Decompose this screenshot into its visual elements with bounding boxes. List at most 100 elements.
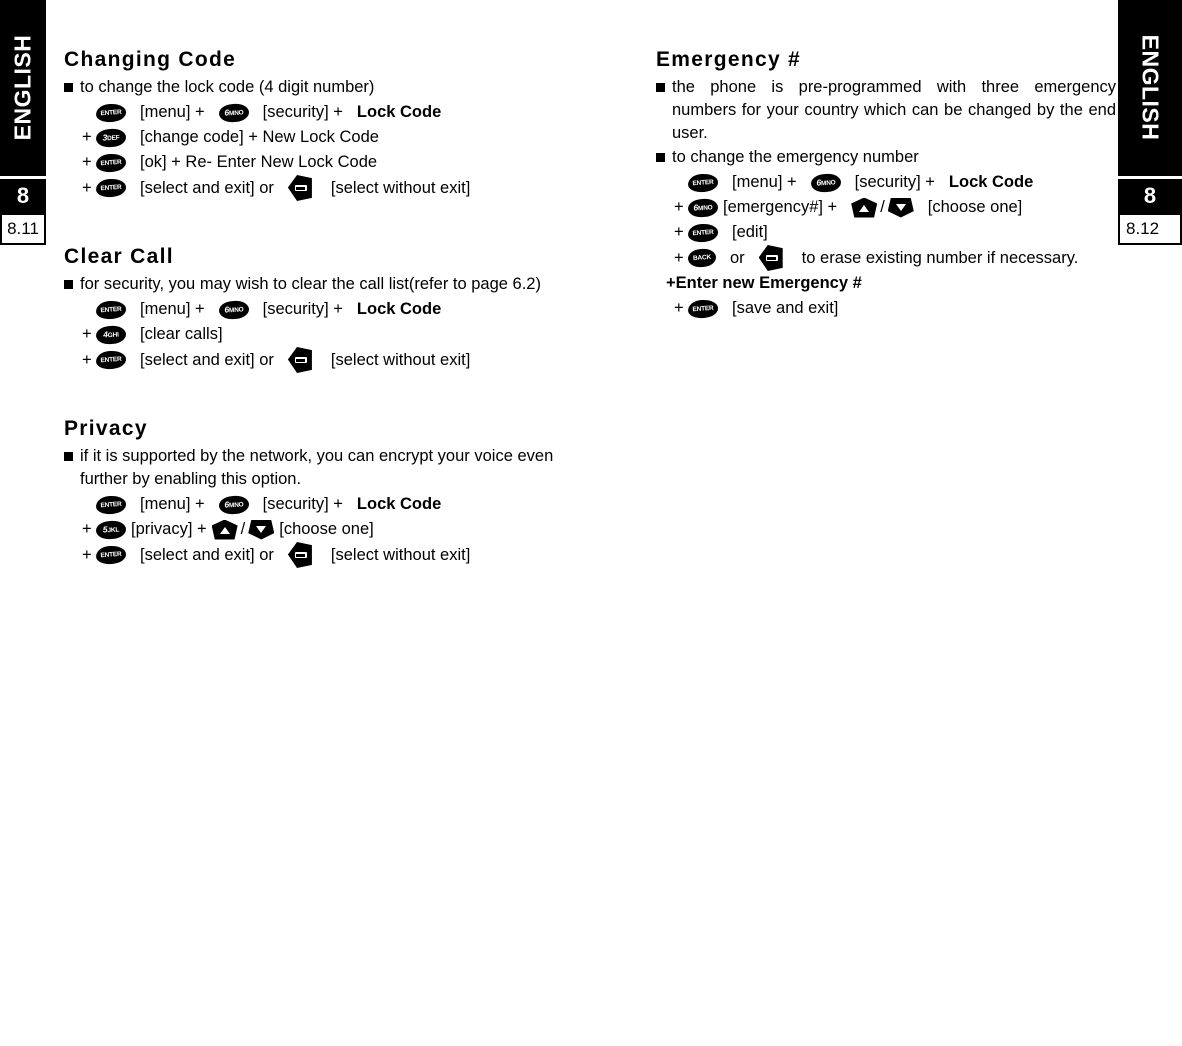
step-text: [save and exit]: [732, 299, 839, 317]
enter-key-icon: ENTER: [687, 222, 719, 243]
enter-key-icon: ENTER: [95, 349, 127, 371]
step-text: to erase existing number if necessary.: [801, 248, 1079, 267]
key-5jkl-icon: 5JKL: [95, 519, 127, 540]
left-content-column: Changing Code to change the lock code (4…: [64, 48, 564, 568]
step-text: [emergency#] +: [723, 198, 838, 216]
enter-new-emergency-label: +Enter new Emergency #: [666, 274, 862, 292]
section-privacy: Privacy if it is supported by the networ…: [64, 417, 564, 568]
step-line-bold: +Enter new Emergency #: [656, 271, 1116, 296]
bullet-paragraph: for security, you may wish to clear the …: [64, 273, 564, 296]
navigate-down-key-icon: [887, 197, 914, 218]
key-3def-icon: 3DEF: [95, 127, 127, 148]
bullet-paragraph: to change the lock code (4 digit number): [64, 76, 564, 99]
bullet-square-icon: [656, 153, 665, 162]
plus-sign: +: [82, 545, 92, 564]
enter-key-icon: ENTER: [95, 102, 127, 123]
step-text: [select and exit] or: [140, 350, 274, 369]
page-title: Emergency #: [656, 48, 802, 71]
step-text: [ok] + Re- Enter New Lock Code: [140, 153, 378, 171]
language-band-left: ENGLISH: [0, 0, 46, 176]
lock-code-label: Lock Code: [356, 495, 442, 513]
plus-sign: +: [82, 325, 92, 343]
step-text: [edit]: [732, 223, 768, 241]
plus-sign: +: [674, 299, 684, 317]
clear-arrow-key-icon: [287, 542, 312, 568]
bullet-square-icon: [64, 452, 73, 461]
step-text: [select without exit]: [330, 545, 471, 564]
lock-code-label: Lock Code: [356, 300, 442, 318]
page-title: Privacy: [64, 417, 148, 440]
step-text: [choose one]: [927, 198, 1023, 216]
step-text: [select and exit] or: [140, 178, 274, 197]
step-line: + ENTER [select and exit] or [select wit…: [64, 347, 564, 373]
enter-key-icon: ENTER: [95, 494, 127, 515]
bullet-paragraph: to change the emergency number: [656, 146, 1116, 169]
bullet-square-icon: [64, 83, 73, 92]
plus-sign: +: [674, 248, 684, 267]
step-line: + 4GHI [clear calls]: [64, 322, 564, 347]
step-text: [privacy] +: [131, 520, 207, 538]
step-text: or: [730, 248, 745, 267]
clear-arrow-key-icon: [287, 175, 312, 201]
step-text: [security] +: [854, 173, 935, 191]
chapter-badge-right: 8: [1118, 179, 1182, 213]
bullet-text: to change the emergency number: [672, 148, 919, 166]
step-line: ENTER [menu] + 6MNO [security] + Lock Co…: [64, 492, 564, 517]
step-line: + 3DEF [change code] + New Lock Code: [64, 125, 564, 150]
section-changing-code: Changing Code to change the lock code (4…: [64, 48, 564, 201]
step-line: ENTER [menu] + 6MNO [security] + Lock Co…: [64, 297, 564, 322]
bullet-text: if it is supported by the network, you c…: [80, 447, 554, 488]
step-text: [select without exit]: [330, 178, 471, 197]
step-line: + 6MNO [emergency#] + / [choose one]: [656, 195, 1116, 220]
lock-code-label: Lock Code: [948, 173, 1034, 191]
enter-key-icon: ENTER: [95, 177, 127, 199]
page-title: Changing Code: [64, 48, 237, 71]
step-text: [menu] +: [140, 103, 205, 121]
step-text: [security] +: [262, 103, 343, 121]
bullet-text: to change the lock code (4 digit number): [80, 78, 375, 96]
step-text: [security] +: [262, 300, 343, 318]
lock-code-label: Lock Code: [356, 103, 442, 121]
navigate-up-key-icon: [851, 197, 878, 218]
bullet-paragraph: if it is supported by the network, you c…: [64, 445, 564, 491]
plus-sign: +: [82, 178, 92, 197]
step-line: + ENTER [ok] + Re- Enter New Lock Code: [64, 150, 564, 175]
step-text: [security] +: [262, 495, 343, 513]
step-line: ENTER [menu] + 6MNO [security] + Lock Co…: [64, 100, 564, 125]
plus-sign: +: [82, 153, 92, 171]
key-6mno-icon: 6MNO: [218, 102, 250, 123]
separator-slash: /: [880, 198, 885, 216]
step-text: [choose one]: [279, 520, 374, 538]
plus-sign: +: [82, 520, 92, 538]
language-band-right: ENGLISH: [1118, 0, 1182, 176]
bullet-text: for security, you may wish to clear the …: [80, 275, 541, 293]
step-line: + 5JKL [privacy] + / [choose one]: [64, 517, 564, 542]
enter-key-icon: ENTER: [687, 172, 719, 193]
plus-sign: +: [82, 350, 92, 369]
navigate-down-key-icon: [248, 519, 275, 540]
page-number-right: 8.12: [1118, 213, 1182, 245]
step-text: [menu] +: [140, 495, 205, 513]
step-line: + BACK or to erase existing number if ne…: [656, 245, 1116, 271]
bullet-text: the phone is pre-programmed with three e…: [672, 78, 1116, 142]
step-line: + ENTER [edit]: [656, 220, 1116, 245]
page-number-left: 8.11: [0, 213, 46, 245]
back-key-icon: BACK: [687, 248, 717, 268]
step-text: [change code] + New Lock Code: [140, 128, 379, 146]
step-line: + ENTER [save and exit]: [656, 296, 1116, 321]
enter-key-icon: ENTER: [95, 152, 127, 173]
key-6mno-icon: 6MNO: [810, 172, 842, 193]
page-title: Clear Call: [64, 245, 174, 268]
section-emergency-number: Emergency # the phone is pre-programmed …: [656, 48, 1116, 321]
language-label-right: ENGLISH: [1137, 34, 1164, 141]
step-text: [clear calls]: [140, 325, 223, 343]
navigate-up-key-icon: [211, 519, 238, 540]
clear-arrow-key-icon: [758, 245, 783, 271]
step-line: ENTER [menu] + 6MNO [security] + Lock Co…: [656, 170, 1116, 195]
step-line: + ENTER [select and exit] or [select wit…: [64, 175, 564, 201]
enter-key-icon: ENTER: [687, 298, 719, 319]
key-4ghi-icon: 4GHI: [95, 324, 127, 345]
plus-sign: +: [82, 128, 92, 146]
chapter-badge-left: 8: [0, 179, 46, 213]
step-text: [menu] +: [732, 173, 797, 191]
